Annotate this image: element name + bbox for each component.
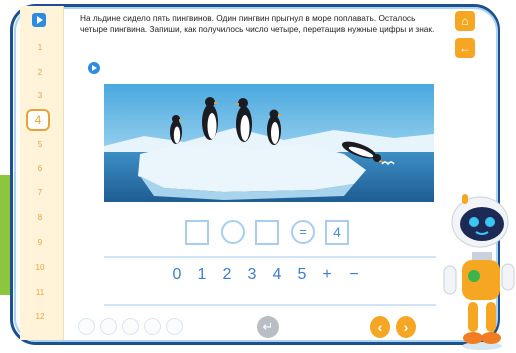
robot-mascot	[440, 190, 516, 353]
progress-dot	[122, 318, 139, 335]
page-rail: 1 2 3 4 5 6 7 8 9 10 11 12	[20, 6, 64, 340]
page-number-active[interactable]: 4	[26, 109, 50, 131]
next-button[interactable]: ›	[396, 316, 416, 338]
tile-digit-0[interactable]: 0	[168, 264, 186, 286]
equals-sign: =	[291, 220, 315, 244]
answer-result: 4	[325, 220, 349, 245]
tile-minus-sign[interactable]: −	[345, 264, 363, 286]
tile-bank: 0 1 2 3 4 5 + −	[160, 264, 370, 288]
back-button[interactable]: ←	[455, 38, 475, 58]
home-icon: ⌂	[461, 14, 469, 28]
home-button[interactable]: ⌂	[455, 11, 475, 31]
tile-digit-3[interactable]: 3	[243, 264, 261, 286]
penguins-illustration	[104, 84, 434, 202]
chevron-left-icon: ‹	[377, 319, 383, 335]
play-icon	[92, 65, 97, 71]
progress-dot	[100, 318, 117, 335]
rail-play-button[interactable]	[32, 13, 46, 27]
page-number-2[interactable]: 2	[28, 68, 52, 84]
answer-slot-operator[interactable]	[221, 220, 245, 244]
answer-equation: = 4	[185, 219, 355, 247]
page-number-9[interactable]: 9	[28, 238, 52, 254]
chevron-right-icon: ›	[403, 319, 409, 335]
check-answer-button[interactable]: ↵	[257, 316, 279, 338]
enter-icon: ↵	[262, 319, 274, 334]
progress-dots	[78, 318, 188, 338]
tile-plus-sign[interactable]: +	[318, 264, 336, 286]
answer-slot-number-1[interactable]	[185, 220, 209, 245]
tile-digit-4[interactable]: 4	[268, 264, 286, 286]
page-number-7[interactable]: 7	[28, 188, 52, 204]
play-icon	[37, 16, 43, 24]
task-audio-button[interactable]	[88, 62, 100, 74]
page-number-10[interactable]: 10	[28, 263, 52, 279]
progress-dot	[166, 318, 183, 335]
page-number-3[interactable]: 3	[28, 91, 52, 107]
task-text: На льдине сидело пять пингвинов. Один пи…	[80, 13, 435, 34]
answer-slot-number-2[interactable]	[255, 220, 279, 245]
side-controls: ⌂ ←	[455, 7, 477, 77]
penguins-on-ice-picture	[104, 84, 434, 202]
tile-digit-2[interactable]: 2	[218, 264, 236, 286]
page-number-1[interactable]: 1	[28, 43, 52, 59]
page-number-6[interactable]: 6	[28, 164, 52, 180]
page-number-11[interactable]: 11	[28, 288, 52, 304]
robot-mascot-picture	[443, 194, 515, 350]
tile-digit-1[interactable]: 1	[193, 264, 211, 286]
page-number-8[interactable]: 8	[28, 213, 52, 229]
page-number-12[interactable]: 12	[28, 312, 52, 328]
progress-dot	[78, 318, 95, 335]
tile-digit-5[interactable]: 5	[293, 264, 311, 286]
divider	[104, 256, 436, 258]
page-number-5[interactable]: 5	[28, 140, 52, 156]
divider	[104, 304, 436, 306]
progress-dot	[144, 318, 161, 335]
prev-button[interactable]: ‹	[370, 316, 390, 338]
arrow-left-icon: ←	[459, 41, 471, 55]
